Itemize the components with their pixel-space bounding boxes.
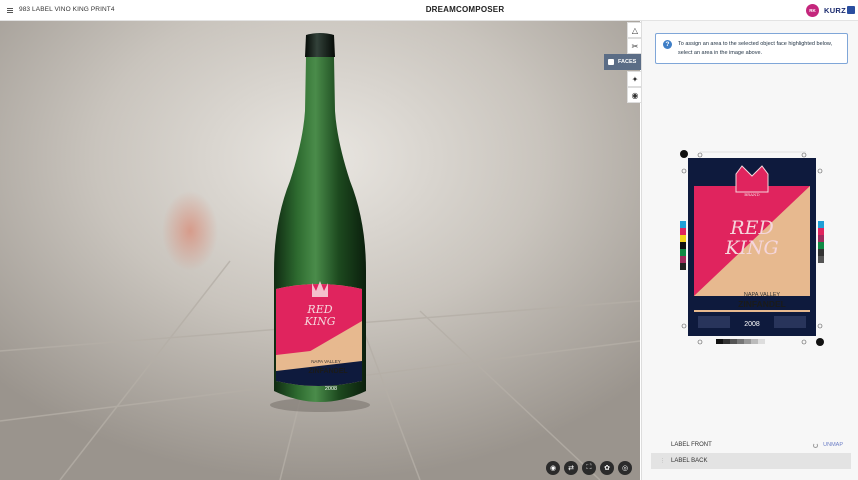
faces-button[interactable]: FACES <box>604 54 643 70</box>
faces-icon <box>608 59 614 65</box>
info-message: ? To assign an area to the selected obje… <box>655 33 848 64</box>
bottle-label-king: KING <box>304 315 336 328</box>
face-label-back: LABEL BACK <box>671 458 708 464</box>
eye-icon[interactable]: ◎ <box>618 461 632 475</box>
fullscreen-icon[interactable]: ⛶ <box>582 461 596 475</box>
brand-text: KURZ <box>824 6 847 15</box>
label-art-red: RED <box>729 217 773 239</box>
brand-logo: KURZ <box>824 6 856 15</box>
unmap-button[interactable]: UNMAP <box>823 442 843 448</box>
label-art-variety: ZINFANDEL <box>738 299 786 309</box>
question-icon: ? <box>663 40 672 49</box>
faces-label: FACES <box>618 59 637 65</box>
scene-render: RED KING NAPA VALLEY ZINFANDEL 2008 <box>0 21 640 480</box>
face-row-label-front[interactable]: LABEL FRONT UNMAP <box>651 437 851 453</box>
label-art-year: 2008 <box>744 321 760 328</box>
tools-icon[interactable]: ✿ <box>600 461 614 475</box>
info-text: To assign an area to the selected object… <box>678 41 833 56</box>
loading-spinner-icon <box>813 442 818 448</box>
face-row-label-back[interactable]: ⋮ LABEL BACK <box>651 453 851 469</box>
label-art-region: NAPA VALLEY <box>744 292 781 298</box>
bottle-label-year: 2008 <box>325 386 337 392</box>
user-avatar[interactable]: RK <box>806 4 819 17</box>
camera-icon[interactable]: ◉ <box>546 461 560 475</box>
drag-handle-icon[interactable]: ⋮ <box>660 458 665 464</box>
face-label-front: LABEL FRONT <box>671 442 712 448</box>
top-bar: 983 LABEL VINO KING PRINT4 DREAMCOMPOSER… <box>0 0 858 21</box>
label-art-brand: BRAND <box>744 192 760 197</box>
label-art-king: KING <box>724 237 779 259</box>
label-artwork-preview[interactable]: BRAND RED KING NAPA VALLEY ZINFANDEL 200… <box>676 146 828 346</box>
bottle-label-variety: ZINFANDEL <box>308 368 348 375</box>
faces-panel: ? To assign an area to the selected obje… <box>641 21 858 480</box>
3d-viewport[interactable]: RED KING NAPA VALLEY ZINFANDEL 2008 <box>0 21 640 480</box>
app-title: DREAMCOMPOSER <box>425 5 505 14</box>
brand-mark-icon <box>847 6 856 14</box>
share-icon[interactable]: ⇄ <box>564 461 578 475</box>
bottom-toolbar: ◉ ⇄ ⛶ ✿ ◎ <box>546 461 632 475</box>
bottle-label-region: NAPA VALLEY <box>311 359 341 364</box>
